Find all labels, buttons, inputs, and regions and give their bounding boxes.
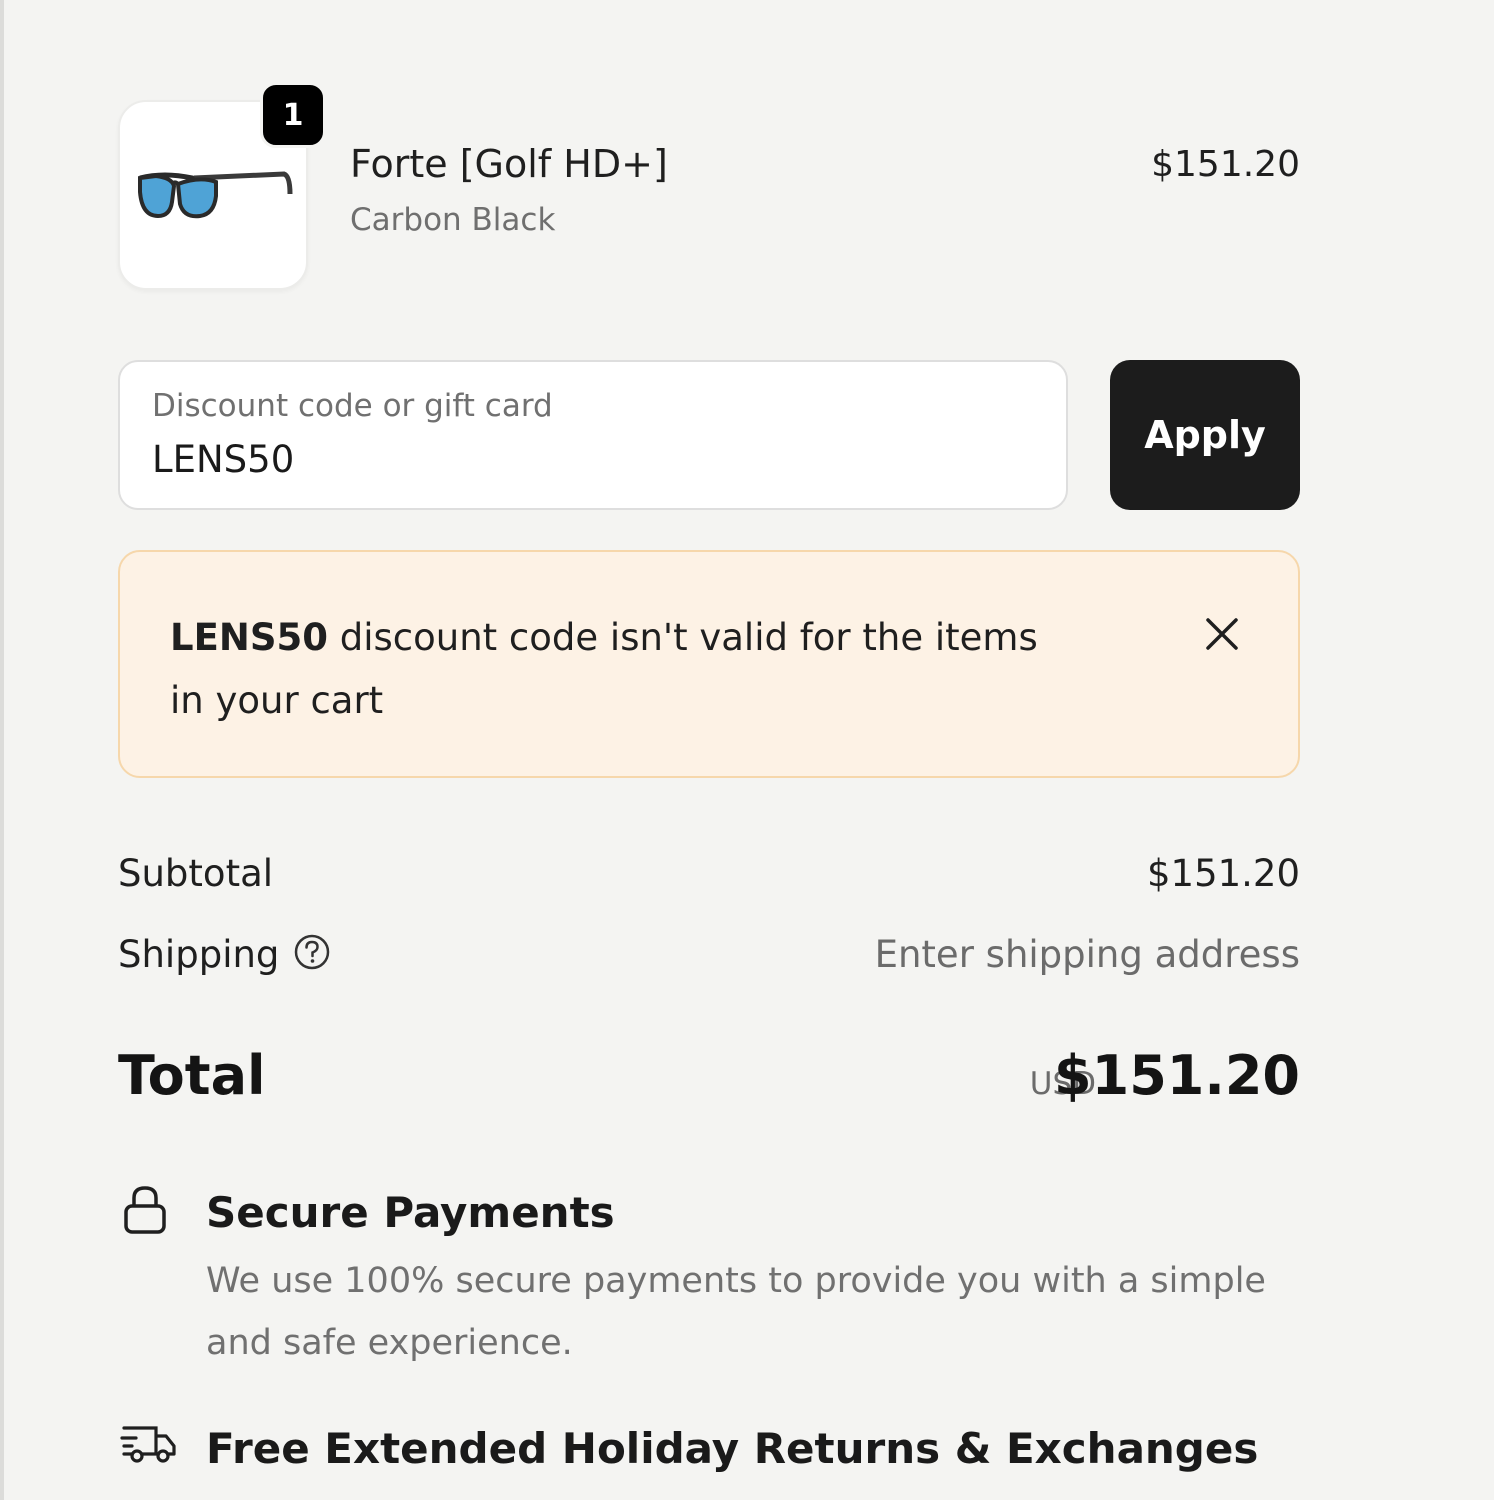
- quantity-badge: 1: [260, 82, 326, 148]
- delivery-truck-icon: [120, 1426, 176, 1463]
- panel-divider: [0, 0, 4, 1500]
- warning-code: LENS50: [170, 616, 328, 659]
- secure-payments-title: Secure Payments: [206, 1188, 615, 1237]
- discount-code-field[interactable]: Discount code or gift card LENS50: [118, 360, 1068, 510]
- secure-payments-description: We use 100% secure payments to provide y…: [206, 1261, 1266, 1363]
- warning-message: LENS50 discount code isn't valid for the…: [170, 606, 1070, 732]
- lock-icon: [124, 1186, 166, 1234]
- subtotal-value: $151.20: [1146, 852, 1300, 895]
- discount-warning-banner: LENS50 discount code isn't valid for the…: [118, 550, 1300, 778]
- total-value: $151.20: [1054, 1044, 1300, 1107]
- shipping-value: Enter shipping address: [874, 933, 1300, 976]
- product-name: Forte [Golf HD+]: [350, 142, 668, 186]
- sunglasses-icon: [138, 171, 293, 219]
- discount-field-value[interactable]: LENS50: [152, 438, 294, 481]
- apply-button[interactable]: Apply: [1110, 360, 1300, 510]
- discount-field-label: Discount code or gift card: [152, 388, 553, 424]
- product-variant: Carbon Black: [350, 202, 556, 238]
- returns-title: Free Extended Holiday Returns & Exchange…: [206, 1424, 1259, 1473]
- order-summary: 1 Forte [Golf HD+] Carbon Black $151.20 …: [118, 0, 1300, 1500]
- close-icon[interactable]: [1202, 614, 1242, 654]
- line-item: 1 Forte [Golf HD+] Carbon Black $151.20: [118, 82, 1300, 290]
- total-label: Total: [118, 1044, 266, 1107]
- subtotal-label: Subtotal: [118, 852, 274, 895]
- product-price: $151.20: [1151, 144, 1300, 185]
- shipping-label: Shipping: [118, 933, 280, 976]
- help-circle-icon[interactable]: [292, 932, 332, 972]
